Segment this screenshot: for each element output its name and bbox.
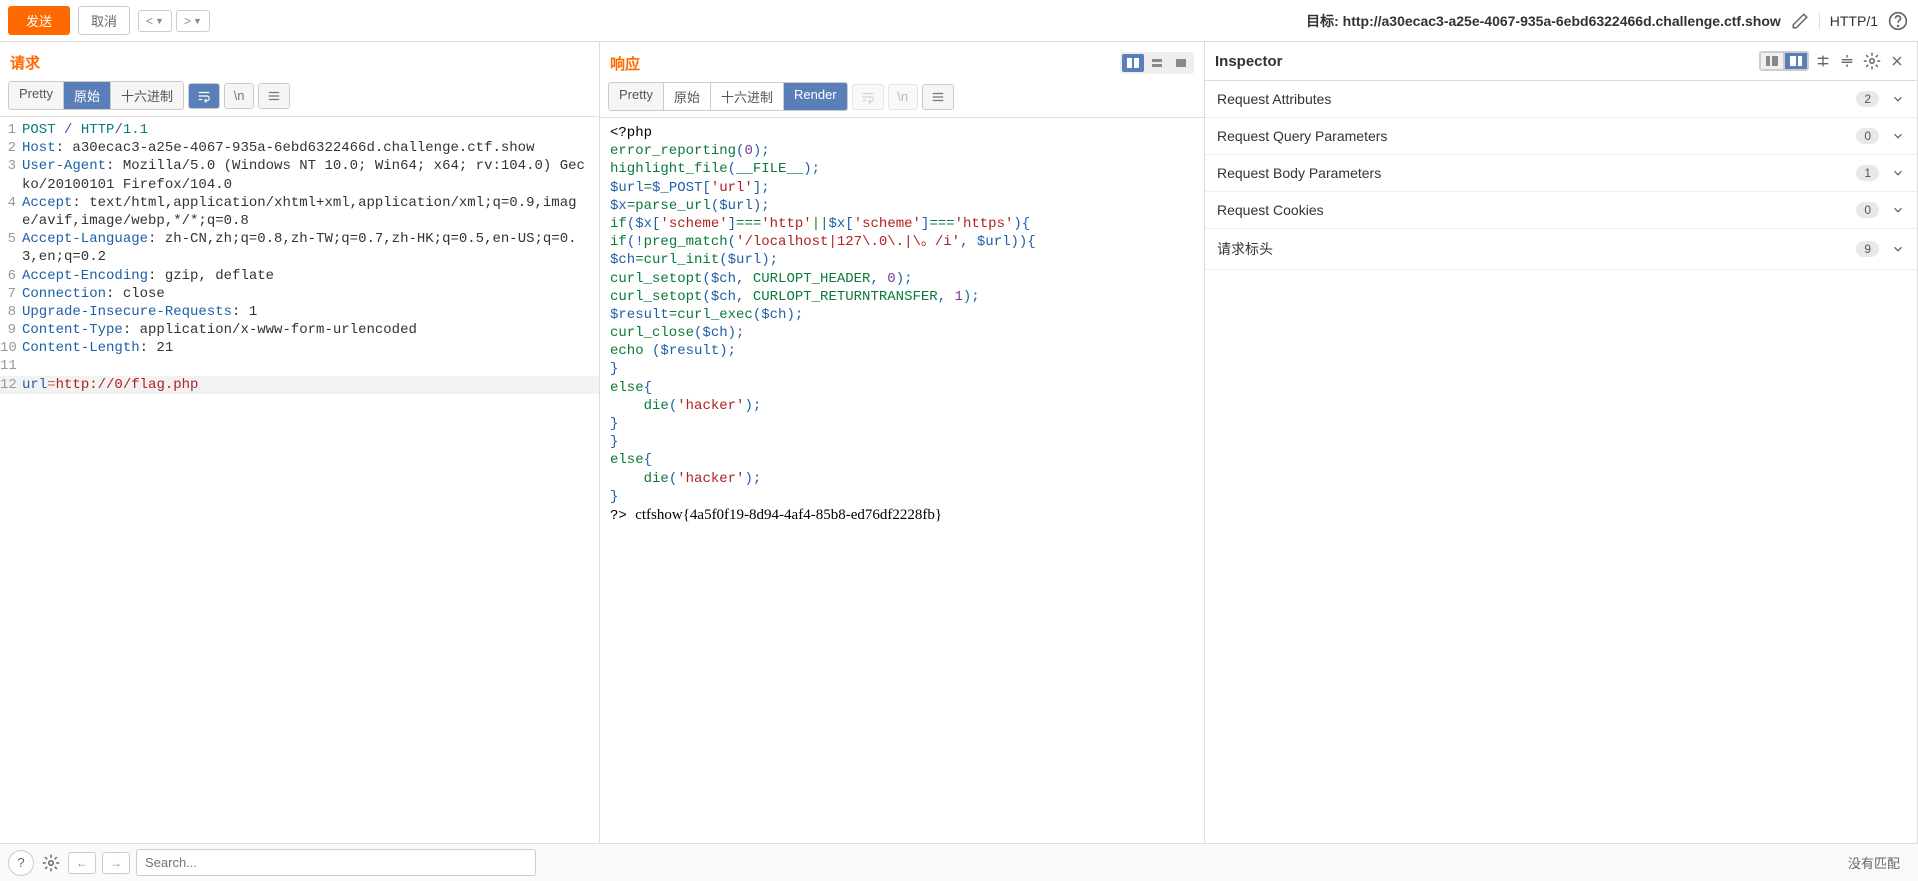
render-line: } — [610, 360, 1194, 378]
request-view-tabs: Pretty 原始 十六进制 — [8, 81, 184, 110]
render-line: die('hacker'); — [610, 397, 1194, 415]
inspector-title: Inspector — [1215, 53, 1283, 70]
render-line: error_reporting(0); — [610, 142, 1194, 160]
collapse-icon[interactable] — [1813, 51, 1833, 71]
request-panel: 请求 Pretty 原始 十六进制 \n 1POST / HTTP/1.12Ho… — [0, 42, 600, 843]
render-line: else{ — [610, 379, 1194, 397]
render-line: curl_setopt($ch, CURLOPT_RETURNTRANSFER,… — [610, 288, 1194, 306]
render-line: } — [610, 415, 1194, 433]
tab-hex[interactable]: 十六进制 — [111, 82, 183, 109]
tab-raw[interactable]: 原始 — [64, 82, 111, 109]
inspector-section[interactable]: Request Cookies0 — [1205, 192, 1917, 229]
render-line: $result=curl_exec($ch); — [610, 306, 1194, 324]
no-match-label: 没有匹配 — [1848, 853, 1900, 872]
render-line: $x=parse_url($url); — [610, 197, 1194, 215]
history-forward-button[interactable]: > ▼ — [176, 10, 210, 32]
response-title: 响应 — [610, 53, 640, 74]
show-nonprintable-resp-icon[interactable]: \n — [888, 84, 918, 110]
code-line[interactable]: 5Accept-Language: zh-CN,zh;q=0.8,zh-TW;q… — [0, 230, 599, 266]
help-icon[interactable] — [1886, 9, 1910, 33]
bottom-bar: ? ← → 没有匹配 — [0, 843, 1918, 881]
target-label: 目标: http://a30ecac3-a25e-4067-935a-6ebd6… — [1306, 11, 1781, 31]
render-line: ?> ctfshow{4a5f0f19-8d94-4af4-85b8-ed76d… — [610, 506, 1194, 526]
http-version-label: HTTP/1 — [1819, 13, 1878, 29]
search-input[interactable] — [136, 849, 536, 876]
render-line: echo ($result); — [610, 342, 1194, 360]
hamburger-resp-icon[interactable] — [922, 84, 954, 110]
inspector-section[interactable]: Request Body Parameters1 — [1205, 155, 1917, 192]
gear-icon[interactable] — [1861, 50, 1883, 72]
request-title: 请求 — [10, 52, 40, 73]
render-line: } — [610, 488, 1194, 506]
inspector-section[interactable]: Request Attributes2 — [1205, 81, 1917, 118]
render-line: if($x['scheme']==='http'||$x['scheme']==… — [610, 215, 1194, 233]
search-prev-icon[interactable]: ← — [68, 852, 96, 874]
send-button[interactable]: 发送 — [8, 6, 70, 35]
inspector-section[interactable]: Request Query Parameters0 — [1205, 118, 1917, 155]
response-view-tabs: Pretty 原始 十六进制 Render — [608, 82, 848, 111]
tab-pretty-resp[interactable]: Pretty — [609, 83, 664, 110]
wrap-lines-resp-icon[interactable] — [852, 84, 884, 110]
search-next-icon[interactable]: → — [102, 852, 130, 874]
inspector-panel: Inspector Request Attributes2Request Que… — [1205, 42, 1918, 843]
code-line[interactable]: 3User-Agent: Mozilla/5.0 (Windows NT 10.… — [0, 157, 599, 193]
code-line[interactable]: 9Content-Type: application/x-www-form-ur… — [0, 321, 599, 339]
response-render[interactable]: <?phperror_reporting(0);highlight_file(_… — [600, 118, 1204, 843]
render-line: <?php — [610, 124, 1194, 142]
wrap-lines-icon[interactable] — [188, 83, 220, 109]
render-line: curl_setopt($ch, CURLOPT_HEADER, 0); — [610, 270, 1194, 288]
history-back-button[interactable]: < ▼ — [138, 10, 172, 32]
code-line[interactable]: 1POST / HTTP/1.1 — [0, 121, 599, 139]
tab-hex-resp[interactable]: 十六进制 — [711, 83, 784, 110]
inspector-view-1-icon[interactable] — [1760, 52, 1784, 70]
render-line: if(!preg_match('/localhost|127\.0\.|\。/i… — [610, 233, 1194, 251]
code-line[interactable]: 6Accept-Encoding: gzip, deflate — [0, 267, 599, 285]
tab-raw-resp[interactable]: 原始 — [664, 83, 711, 110]
render-line: $url=$_POST['url']; — [610, 179, 1194, 197]
inspector-section[interactable]: 请求标头9 — [1205, 229, 1917, 270]
edit-target-icon[interactable] — [1789, 10, 1811, 32]
code-line[interactable]: 8Upgrade-Insecure-Requests: 1 — [0, 303, 599, 321]
show-nonprintable-icon[interactable]: \n — [224, 83, 254, 109]
expand-icon[interactable] — [1837, 51, 1857, 71]
render-line: die('hacker'); — [610, 470, 1194, 488]
code-line[interactable]: 10Content-Length: 21 — [0, 339, 599, 357]
inspector-view-2-icon[interactable] — [1784, 52, 1808, 70]
response-panel: 响应 Pretty 原始 十六进制 Render \n <?phperror_r… — [600, 42, 1205, 843]
top-toolbar: 发送 取消 < ▼ > ▼ 目标: http://a30ecac3-a25e-4… — [0, 0, 1918, 42]
tab-pretty[interactable]: Pretty — [9, 82, 64, 109]
close-icon[interactable] — [1887, 51, 1907, 71]
render-line: curl_close($ch); — [610, 324, 1194, 342]
request-editor[interactable]: 1POST / HTTP/1.12Host: a30ecac3-a25e-406… — [0, 117, 599, 843]
cancel-button[interactable]: 取消 — [78, 6, 130, 35]
layout-toggle[interactable] — [1120, 52, 1194, 74]
tab-render-resp[interactable]: Render — [784, 83, 847, 110]
help-bottom-icon[interactable]: ? — [8, 850, 34, 876]
gear-bottom-icon[interactable] — [40, 852, 62, 874]
render-line: $ch=curl_init($url); — [610, 251, 1194, 269]
code-line[interactable]: 7Connection: close — [0, 285, 599, 303]
code-line[interactable]: 2Host: a30ecac3-a25e-4067-935a-6ebd63224… — [0, 139, 599, 157]
hamburger-icon[interactable] — [258, 83, 290, 109]
render-line: else{ — [610, 451, 1194, 469]
code-line[interactable]: 11 — [0, 357, 599, 375]
code-line[interactable]: 12url=http://0/flag.php — [0, 376, 599, 394]
render-line: } — [610, 433, 1194, 451]
render-line: highlight_file(__FILE__); — [610, 160, 1194, 178]
code-line[interactable]: 4Accept: text/html,application/xhtml+xml… — [0, 194, 599, 230]
